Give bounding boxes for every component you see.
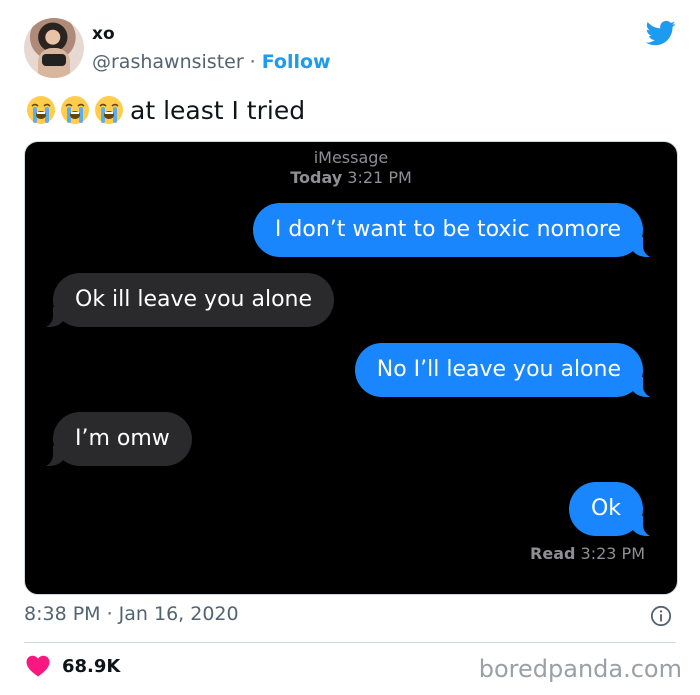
author-handle[interactable]: @rashawnsister <box>92 51 244 73</box>
imessage-service-label: iMessage <box>313 148 389 167</box>
separator-dot: · <box>249 51 256 73</box>
imessage-screenshot[interactable]: iMessage Today 3:21 PM I don’t want to b… <box>24 141 678 595</box>
likes-count: 68.9K <box>62 655 121 677</box>
like-button[interactable]: 68.9K <box>26 655 120 677</box>
twitter-logo-icon[interactable] <box>644 18 678 48</box>
avatar[interactable] <box>24 18 84 78</box>
message-bubble-sent: Ok <box>568 482 670 537</box>
imessage-date: Today <box>290 168 343 187</box>
message-bubble-sent: I don’t want to be toxic nomore <box>252 203 670 258</box>
tweet-body: at least I tried <box>130 95 306 125</box>
follow-button[interactable]: Follow <box>262 51 331 73</box>
tweet-text: at least I tried <box>26 95 305 125</box>
author-name[interactable]: xo <box>92 24 115 44</box>
message-bubble-received: Ok ill leave you alone <box>26 273 335 328</box>
heart-icon <box>26 655 50 677</box>
loudly-crying-face-emoji <box>60 95 90 125</box>
watermark: boredpanda.com <box>478 655 682 683</box>
message-bubble-received: I’m omw <box>27 412 192 467</box>
author-meta: @rashawnsister · Follow <box>92 51 331 73</box>
read-time: 3:23 PM <box>580 544 645 563</box>
tweet-card: xo @rashawnsister · Follow at least I trie… <box>0 0 700 695</box>
imessage-timestamp: Today 3:21 PM <box>25 168 677 187</box>
message-bubble-sent: No I’ll leave you alone <box>354 343 670 398</box>
loudly-crying-face-emoji <box>26 95 56 125</box>
avatar-figure-top <box>42 54 66 66</box>
info-icon[interactable] <box>650 605 672 627</box>
divider <box>24 642 676 643</box>
loudly-crying-face-emoji <box>94 95 124 125</box>
tweet-timestamp[interactable]: 8:38 PM · Jan 16, 2020 <box>24 603 239 625</box>
read-receipt: Read 3:23 PM <box>530 544 645 563</box>
imessage-time: 3:21 PM <box>347 168 412 187</box>
read-label: Read <box>530 544 576 563</box>
